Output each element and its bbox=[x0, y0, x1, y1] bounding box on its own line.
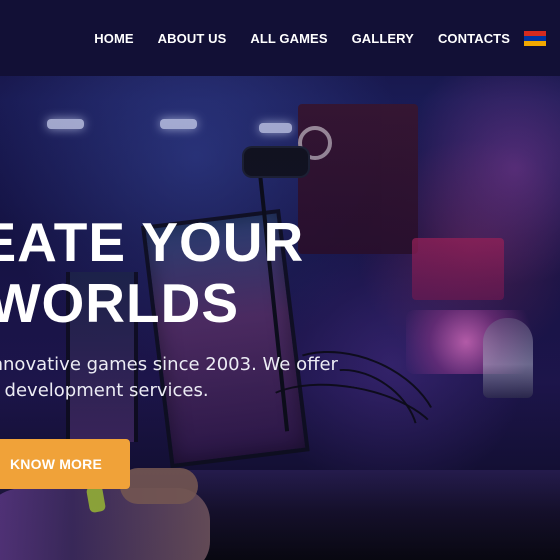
hero-description-line: ting innovative games since 2003. We off… bbox=[0, 354, 338, 375]
nav-gallery-link[interactable]: GALLERY bbox=[352, 31, 414, 46]
nav-home-link[interactable]: HOME bbox=[94, 31, 133, 46]
hero-description-line: sional development services. bbox=[0, 380, 209, 401]
hero-title-line: CREATE YOUR bbox=[0, 211, 305, 273]
hero-title: CREATE YOUR AL WORLDS bbox=[0, 212, 358, 334]
top-navigation: HOME ABOUT US ALL GAMES GALLERY CONTACTS bbox=[0, 0, 560, 76]
landing-page: HOME ABOUT US ALL GAMES GALLERY CONTACTS bbox=[0, 0, 560, 560]
hero-content: CREATE YOUR AL WORLDS ting innovative ga… bbox=[0, 212, 460, 404]
nav-about-us-link[interactable]: ABOUT US bbox=[158, 31, 227, 46]
nav-contacts-link[interactable]: CONTACTS bbox=[438, 31, 510, 46]
hero-title-line: AL WORLDS bbox=[0, 272, 240, 334]
flag-icon[interactable] bbox=[524, 31, 546, 46]
hero-description: ting innovative games since 2003. We off… bbox=[0, 352, 466, 404]
know-more-button[interactable]: KNOW MORE bbox=[0, 439, 130, 489]
nav-all-games-link[interactable]: ALL GAMES bbox=[250, 31, 327, 46]
main-menu: HOME ABOUT US ALL GAMES GALLERY CONTACTS bbox=[70, 31, 546, 46]
